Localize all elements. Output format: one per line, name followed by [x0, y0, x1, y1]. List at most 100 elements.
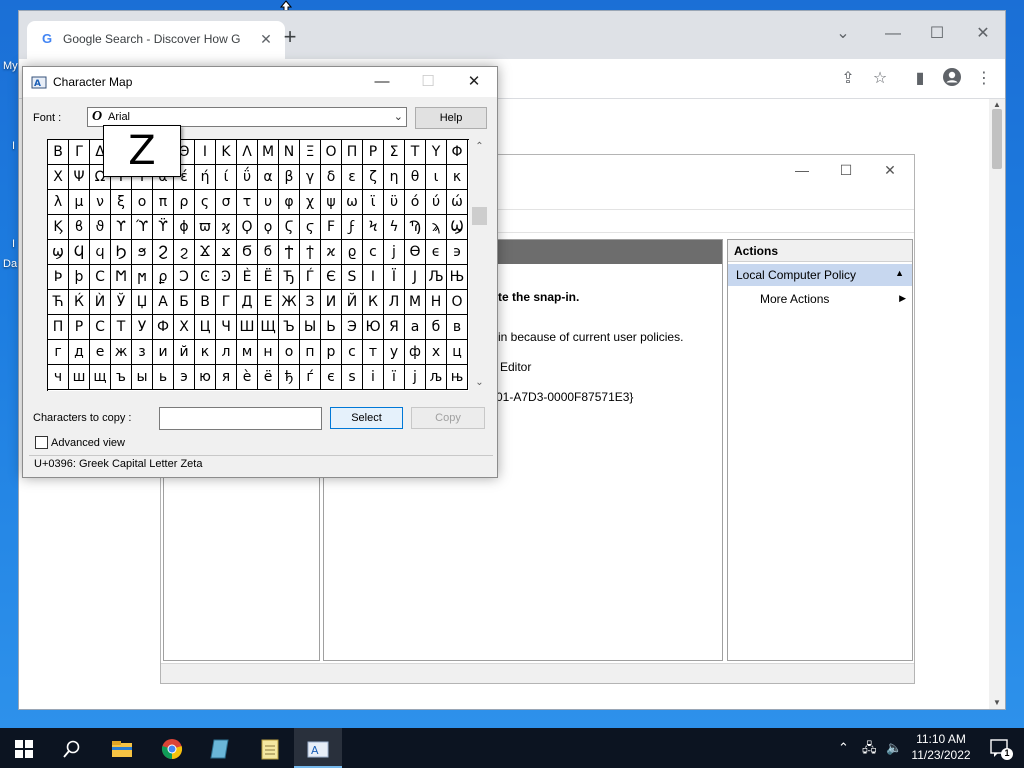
- character-cell[interactable]: ϯ: [300, 240, 321, 265]
- character-cell[interactable]: Н: [426, 290, 447, 315]
- character-cell[interactable]: ϼ: [153, 265, 174, 290]
- character-cell[interactable]: Д: [237, 290, 258, 315]
- character-cell[interactable]: ί: [216, 165, 237, 190]
- character-cell[interactable]: б: [426, 315, 447, 340]
- scroll-down-icon[interactable]: ⌄: [471, 375, 488, 391]
- character-cell[interactable]: Ц: [195, 315, 216, 340]
- character-cell[interactable]: Г: [216, 290, 237, 315]
- character-cell[interactable]: Б: [174, 290, 195, 315]
- character-cell[interactable]: ч: [48, 365, 69, 390]
- character-cell[interactable]: Щ: [258, 315, 279, 340]
- character-cell[interactable]: ё: [258, 365, 279, 390]
- character-cell[interactable]: ϑ: [90, 215, 111, 240]
- character-cell[interactable]: Ж: [279, 290, 300, 315]
- character-cell[interactable]: Λ: [237, 140, 258, 165]
- scroll-down-icon[interactable]: ▼: [989, 697, 1005, 709]
- profile-icon[interactable]: [939, 67, 965, 91]
- character-cell[interactable]: ж: [111, 340, 132, 365]
- character-cell[interactable]: σ: [216, 190, 237, 215]
- character-cell[interactable]: Ϥ: [69, 240, 90, 265]
- character-cell[interactable]: ф: [405, 340, 426, 365]
- close-button[interactable]: ✕: [867, 155, 913, 185]
- character-cell[interactable]: Й: [342, 290, 363, 315]
- advanced-view-checkbox[interactable]: Advanced view: [35, 436, 125, 449]
- character-cell[interactable]: Ϻ: [111, 265, 132, 290]
- character-cell[interactable]: Ќ: [69, 290, 90, 315]
- grid-scrollbar[interactable]: ⌃ ⌄: [471, 139, 488, 391]
- character-cell[interactable]: ϗ: [216, 215, 237, 240]
- character-cell[interactable]: ϖ: [195, 215, 216, 240]
- character-cell[interactable]: Ѕ: [342, 265, 363, 290]
- minimize-button[interactable]: —: [871, 19, 915, 49]
- character-cell[interactable]: α: [258, 165, 279, 190]
- character-cell[interactable]: Ϫ: [195, 240, 216, 265]
- character-cell[interactable]: ϛ: [300, 215, 321, 240]
- character-cell[interactable]: ϝ: [342, 215, 363, 240]
- scroll-thumb[interactable]: [992, 109, 1002, 169]
- desktop-icon-label[interactable]: I: [12, 238, 15, 250]
- character-cell[interactable]: ѐ: [237, 365, 258, 390]
- character-cell[interactable]: к: [195, 340, 216, 365]
- star-icon[interactable]: ☆: [867, 67, 893, 91]
- file-explorer-icon[interactable]: [98, 728, 146, 768]
- character-cell[interactable]: э: [174, 365, 195, 390]
- close-window-button[interactable]: ✕: [961, 19, 1005, 49]
- character-cell[interactable]: Ѓ: [300, 265, 321, 290]
- character-cell[interactable]: я: [216, 365, 237, 390]
- character-cell[interactable]: Џ: [132, 290, 153, 315]
- character-cell[interactable]: χ: [300, 190, 321, 215]
- character-cell[interactable]: т: [363, 340, 384, 365]
- more-actions-item[interactable]: More Actions ▶: [728, 290, 912, 310]
- character-cell[interactable]: а: [405, 315, 426, 340]
- character-cell[interactable]: С: [90, 315, 111, 340]
- character-cell[interactable]: ϧ: [132, 240, 153, 265]
- select-button[interactable]: Select: [330, 407, 403, 429]
- character-cell[interactable]: щ: [90, 365, 111, 390]
- character-cell[interactable]: ї: [384, 365, 405, 390]
- character-cell[interactable]: φ: [279, 190, 300, 215]
- maximize-button[interactable]: ☐: [823, 155, 869, 185]
- font-dropdown[interactable]: O Arial ⌄: [87, 107, 407, 127]
- character-cell[interactable]: р: [321, 340, 342, 365]
- character-cell[interactable]: ϓ: [132, 215, 153, 240]
- character-cell[interactable]: Ν: [279, 140, 300, 165]
- character-cell[interactable]: м: [237, 340, 258, 365]
- character-cell[interactable]: θ: [405, 165, 426, 190]
- character-cell[interactable]: З: [300, 290, 321, 315]
- character-cell[interactable]: Χ: [48, 165, 69, 190]
- character-cell[interactable]: ϔ: [153, 215, 174, 240]
- scroll-thumb[interactable]: [472, 207, 487, 225]
- character-cell[interactable]: ϥ: [90, 240, 111, 265]
- character-cell[interactable]: л: [216, 340, 237, 365]
- character-cell[interactable]: Ϲ: [90, 265, 111, 290]
- character-cell[interactable]: з: [132, 340, 153, 365]
- character-cell[interactable]: Ϭ: [237, 240, 258, 265]
- character-cell[interactable]: В: [195, 290, 216, 315]
- desktop-icon-label[interactable]: My: [3, 60, 18, 72]
- character-cell[interactable]: ј: [405, 365, 426, 390]
- character-cell[interactable]: ϰ: [321, 240, 342, 265]
- character-cell[interactable]: Ϛ: [279, 215, 300, 240]
- character-cell[interactable]: π: [153, 190, 174, 215]
- character-cell[interactable]: Ϧ: [111, 240, 132, 265]
- character-cell[interactable]: ы: [132, 365, 153, 390]
- clock[interactable]: 11:10 AM 11/23/2022: [906, 731, 976, 763]
- character-cell[interactable]: ѓ: [300, 365, 321, 390]
- character-cell[interactable]: τ: [237, 190, 258, 215]
- character-cell[interactable]: ϕ: [174, 215, 195, 240]
- character-cell[interactable]: д: [69, 340, 90, 365]
- character-cell[interactable]: Ϝ: [321, 215, 342, 240]
- character-cell[interactable]: Ͻ: [174, 265, 195, 290]
- character-cell[interactable]: Ы: [300, 315, 321, 340]
- character-cell[interactable]: М: [405, 290, 426, 315]
- character-cell[interactable]: ύ: [426, 190, 447, 215]
- character-cell[interactable]: Э: [342, 315, 363, 340]
- character-cell[interactable]: ν: [90, 190, 111, 215]
- character-cell[interactable]: ϊ: [363, 190, 384, 215]
- character-cell[interactable]: ц: [447, 340, 468, 365]
- tab-search-icon[interactable]: ⌄: [821, 19, 865, 49]
- character-cell[interactable]: љ: [426, 365, 447, 390]
- character-cell[interactable]: β: [279, 165, 300, 190]
- close-button[interactable]: ✕: [451, 67, 497, 97]
- character-cell[interactable]: ρ: [174, 190, 195, 215]
